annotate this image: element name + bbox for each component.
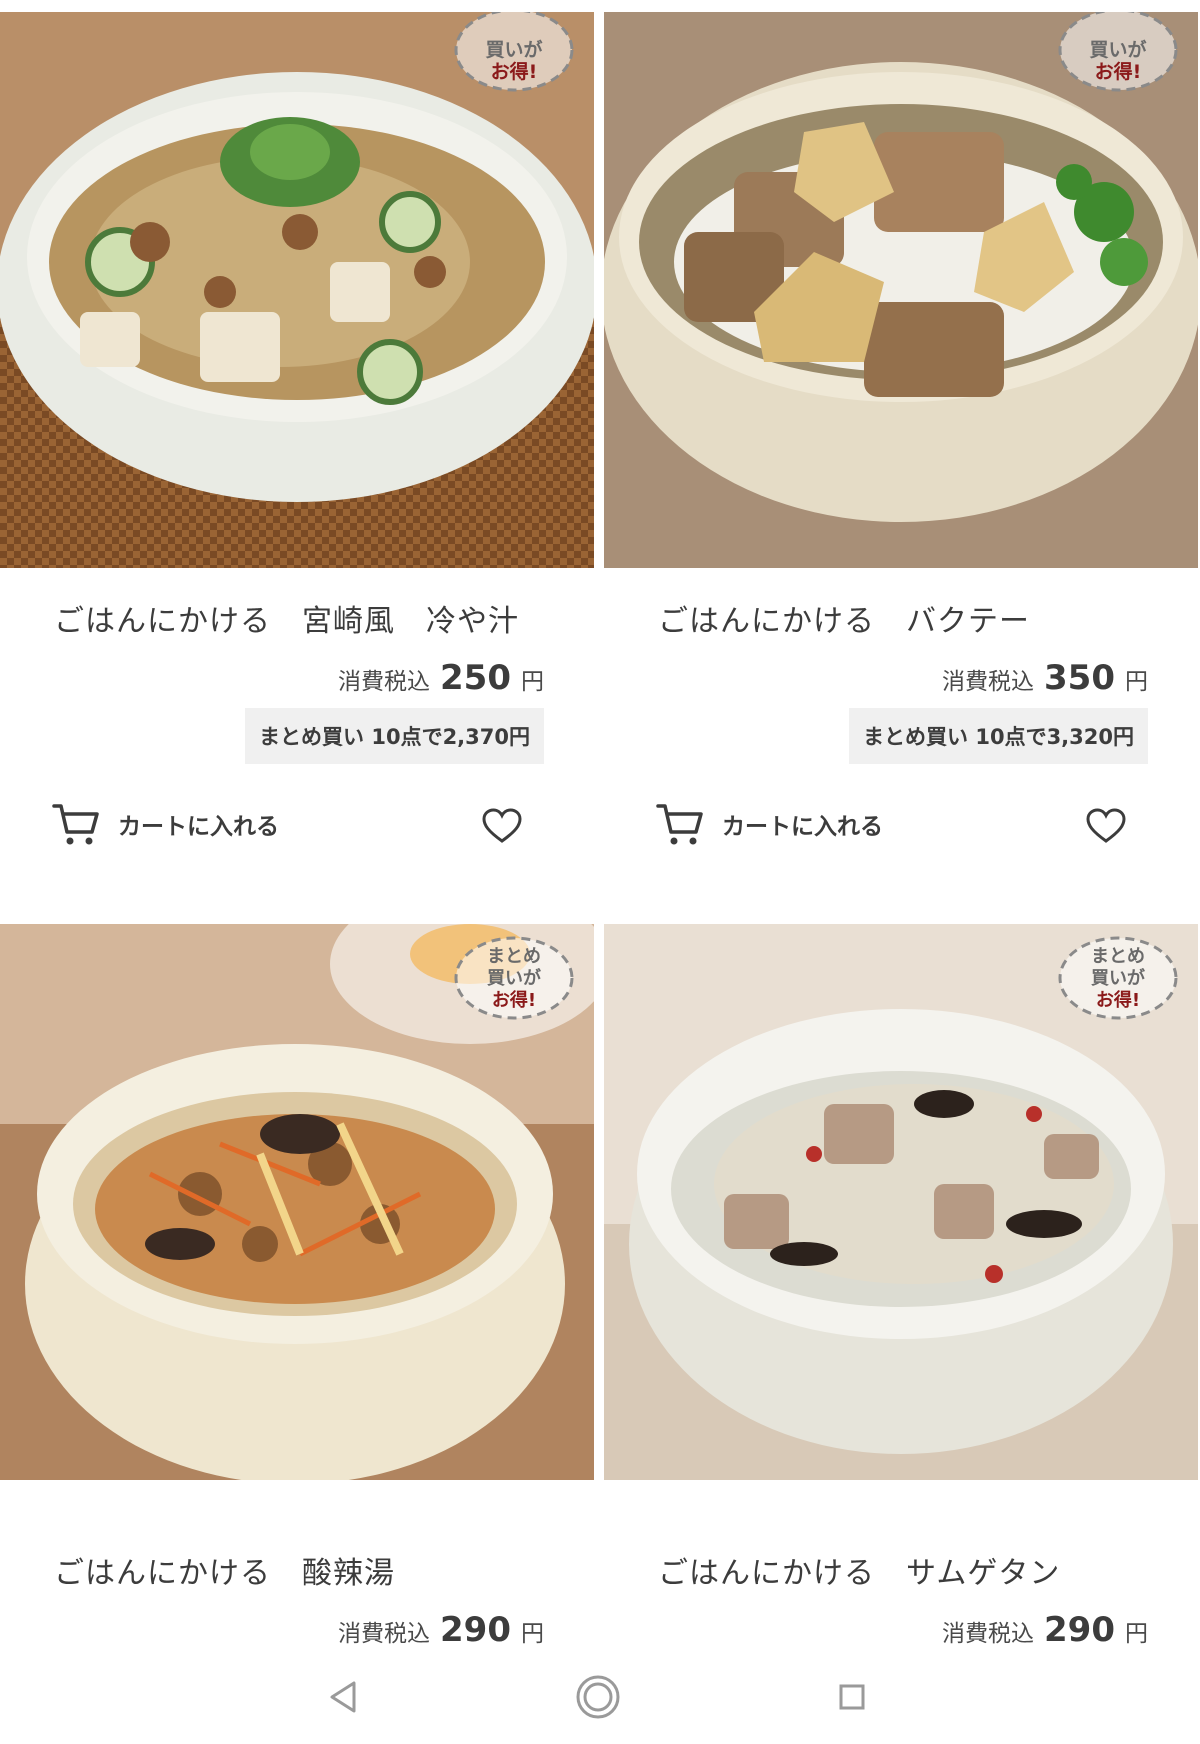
svg-text:まとめ: まとめ bbox=[487, 946, 541, 967]
bulk-deal-badge-icon: まとめ 買いが お得! bbox=[454, 936, 574, 1020]
product-image[interactable]: まとめ 買いが お得! bbox=[604, 924, 1198, 1480]
product-card: 買いが お得! ごはんにかける バクテー 消費税込 350 円 まとめ買い 10… bbox=[604, 12, 1198, 845]
home-circle-icon bbox=[576, 1675, 620, 1719]
svg-text:お得!: お得! bbox=[1095, 60, 1142, 83]
product-image[interactable]: まとめ 買いが お得! bbox=[0, 924, 594, 1480]
bulk-offer: まとめ買い 10点で2,370円 bbox=[245, 708, 544, 764]
svg-text:買いが: 買いが bbox=[1091, 967, 1145, 989]
tax-label: 消費税込 bbox=[942, 1621, 1035, 1647]
price-row: 消費税込 350 円 bbox=[942, 658, 1148, 698]
tax-label: 消費税込 bbox=[942, 669, 1035, 695]
nav-back-button[interactable] bbox=[318, 1672, 368, 1722]
tax-label: 消費税込 bbox=[338, 1621, 431, 1647]
bulk-deal-badge-icon: 買いが お得! bbox=[454, 12, 574, 92]
svg-text:お得!: お得! bbox=[491, 60, 538, 83]
product-card: まとめ 買いが お得! ごはんにかける 酸辣湯 消費税込 290 円 bbox=[0, 924, 594, 1650]
svg-text:買いが: 買いが bbox=[487, 967, 541, 989]
back-triangle-icon bbox=[330, 1681, 356, 1713]
price-row: 消費税込 290 円 bbox=[942, 1610, 1148, 1650]
nav-home-button[interactable] bbox=[573, 1672, 623, 1722]
svg-text:まとめ: まとめ bbox=[1091, 946, 1145, 967]
currency: 円 bbox=[1125, 669, 1148, 695]
price-row: 消費税込 250 円 bbox=[338, 658, 544, 698]
bulk-offer: まとめ買い 10点で3,320円 bbox=[849, 708, 1148, 764]
svg-text:買いが: 買いが bbox=[485, 38, 542, 61]
bulk-deal-badge-icon: まとめ 買いが お得! bbox=[1058, 936, 1178, 1020]
price-row: 消費税込 290 円 bbox=[338, 1610, 544, 1650]
recents-square-icon bbox=[839, 1684, 865, 1710]
product-grid: 買いが お得! ごはんにかける 宮崎風 冷や汁 消費税込 250 円 まとめ買い… bbox=[0, 0, 1200, 1650]
price: 290 bbox=[440, 1610, 511, 1650]
nav-recents-button[interactable] bbox=[827, 1672, 877, 1722]
currency: 円 bbox=[521, 669, 544, 695]
svg-text:お得!: お得! bbox=[1096, 989, 1140, 1011]
svg-text:買いが: 買いが bbox=[1089, 38, 1146, 61]
cart-icon bbox=[52, 804, 99, 845]
product-image[interactable]: 買いが お得! bbox=[604, 12, 1198, 568]
heart-outline-icon[interactable] bbox=[482, 808, 522, 844]
product-title[interactable]: ごはんにかける 宮崎風 冷や汁 bbox=[54, 596, 519, 640]
product-card: 買いが お得! ごはんにかける 宮崎風 冷や汁 消費税込 250 円 まとめ買い… bbox=[0, 12, 594, 845]
product-card: まとめ 買いが お得! ごはんにかける サムゲタン 消費税込 290 円 bbox=[604, 924, 1198, 1650]
add-to-cart-label: カートに入れる bbox=[722, 814, 883, 840]
currency: 円 bbox=[521, 1621, 544, 1647]
price: 250 bbox=[440, 658, 511, 698]
tax-label: 消費税込 bbox=[338, 669, 431, 695]
currency: 円 bbox=[1125, 1621, 1148, 1647]
product-title[interactable]: ごはんにかける 酸辣湯 bbox=[54, 1548, 395, 1592]
price: 350 bbox=[1044, 658, 1115, 698]
system-navigation-bar bbox=[0, 1650, 1200, 1744]
add-to-cart-label: カートに入れる bbox=[118, 814, 279, 840]
bulk-deal-badge-icon: 買いが お得! bbox=[1058, 12, 1178, 92]
cart-icon bbox=[656, 804, 703, 845]
svg-text:お得!: お得! bbox=[492, 989, 536, 1011]
heart-outline-icon[interactable] bbox=[1086, 808, 1126, 844]
add-to-cart-button[interactable]: カートに入れる bbox=[656, 802, 883, 846]
add-to-cart-button[interactable]: カートに入れる bbox=[52, 802, 279, 846]
price: 290 bbox=[1044, 1610, 1115, 1650]
product-title[interactable]: ごはんにかける サムゲタン bbox=[658, 1548, 1060, 1592]
product-title[interactable]: ごはんにかける バクテー bbox=[658, 596, 1030, 640]
product-image[interactable]: 買いが お得! bbox=[0, 12, 594, 568]
